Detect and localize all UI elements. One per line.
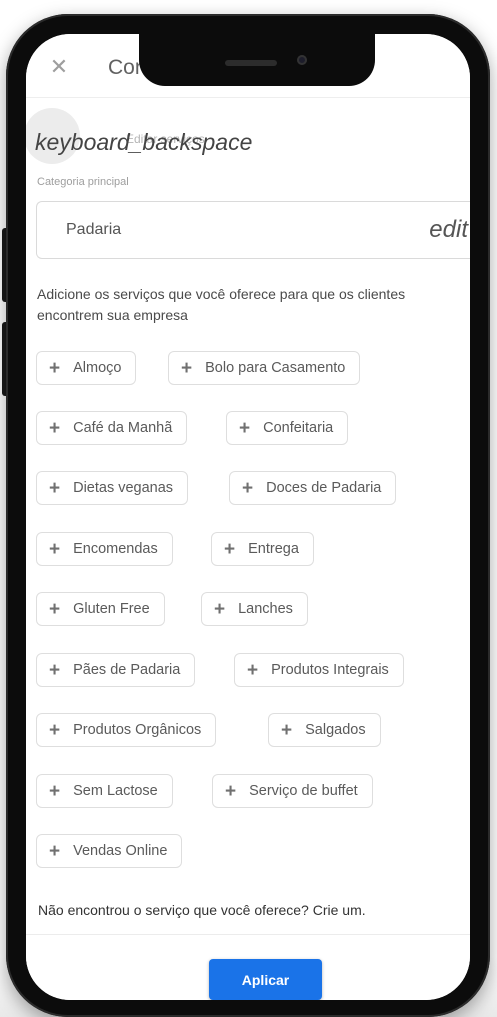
plus-icon: + [225,780,237,802]
plus-icon: + [224,538,236,560]
service-chip[interactable]: + Produtos Orgânicos [36,713,217,747]
service-chip-label: Salgados [305,722,366,738]
service-chip[interactable]: + Almoço [36,351,137,385]
service-chip[interactable]: + Sem Lactose [36,774,173,808]
plus-icon: + [49,477,61,499]
service-chip-label: Doces de Padaria [266,480,382,496]
service-chip-label: Café da Manhã [73,420,173,436]
plus-icon: + [49,659,61,681]
plus-icon: + [239,417,251,439]
plus-icon: + [49,780,61,802]
phone-screen: ✕ Conecte-se com os clientes Editar serv… [26,34,470,1000]
plus-icon: + [49,598,61,620]
service-chip-label: Pães de Padaria [73,662,181,678]
phone-notch [139,34,375,86]
service-chip[interactable]: + Lanches [201,592,308,626]
service-chip-label: Produtos Integrais [271,662,389,678]
speaker-grille [225,60,277,66]
plus-icon: + [247,659,259,681]
plus-icon: + [49,357,61,379]
service-chip-label: Almoço [73,360,122,376]
service-chip[interactable]: + Salgados [268,713,381,747]
service-chip[interactable]: + Confeitaria [226,411,349,445]
service-chip[interactable]: + Pães de Padaria [36,653,196,687]
apply-button[interactable]: Aplicar [209,959,322,1000]
service-chip[interactable]: + Entrega [211,532,314,566]
plus-icon: + [49,840,61,862]
service-chip[interactable]: + Doces de Padaria [229,471,397,505]
phone-frame: ✕ Conecte-se com os clientes Editar serv… [6,14,490,1017]
service-chip[interactable]: + Produtos Integrais [234,653,404,687]
camera-icon [297,55,307,65]
service-chip[interactable]: + Bolo para Casamento [168,351,361,385]
service-chip-label: Bolo para Casamento [205,360,346,376]
plus-icon: + [49,417,61,439]
service-chip-label: Serviço de buffet [249,783,358,799]
stage: ✕ Conecte-se com os clientes Editar serv… [0,0,497,1017]
service-chip[interactable]: + Serviço de buffet [212,774,373,808]
service-chip-label: Encomendas [73,541,158,557]
service-chip-label: Dietas veganas [73,480,174,496]
service-chip[interactable]: + Café da Manhã [36,411,188,445]
service-chip-label: Produtos Orgânicos [73,722,202,738]
plus-icon: + [49,538,61,560]
service-chip-label: Confeitaria [263,420,334,436]
service-chip-label: Entrega [248,541,299,557]
plus-icon: + [281,719,293,741]
service-chip-label: Vendas Online [73,843,168,859]
create-service-link[interactable]: Não encontrou o serviço que você oferece… [38,902,366,918]
service-chip[interactable]: + Vendas Online [36,834,183,868]
service-chip-list: + Almoço + Bolo para Casamento + Café da Ma… [26,34,470,1000]
service-chip[interactable]: + Gluten Free [36,592,165,626]
service-chip-label: Lanches [238,601,293,617]
service-chip-label: Gluten Free [73,601,150,617]
plus-icon: + [214,598,226,620]
service-chip[interactable]: + Dietas veganas [36,471,189,505]
plus-icon: + [242,477,254,499]
service-chip[interactable]: + Encomendas [36,532,173,566]
service-chip-label: Sem Lactose [73,783,158,799]
plus-icon: + [49,719,61,741]
plus-icon: + [181,357,193,379]
